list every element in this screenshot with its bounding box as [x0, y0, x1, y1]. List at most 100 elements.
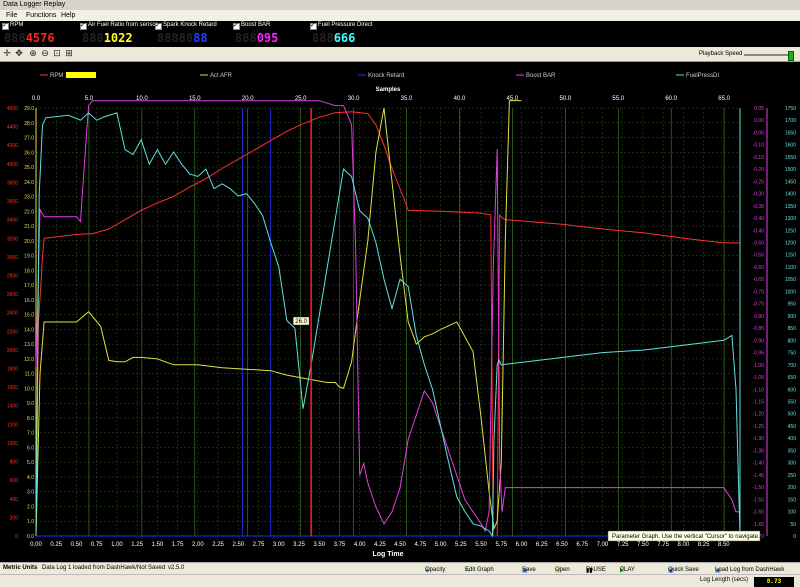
boost-axis-tick: -0.70 — [753, 289, 765, 295]
channel-checkbox-rpm[interactable] — [2, 21, 9, 30]
rpm-axis-tick: 1000 — [7, 441, 18, 447]
afr-axis-tick: 28.0 — [24, 121, 34, 127]
afr-axis-tick: 14.0 — [24, 327, 34, 333]
fuel-pressure-axis-tick: 900 — [788, 314, 797, 320]
x-axis-tick: 4.75 — [415, 542, 427, 548]
x-axis-tick: 1.00 — [111, 542, 123, 548]
x-axis-tick: 2.25 — [212, 542, 224, 548]
pan-icon[interactable]: ✥ — [14, 48, 24, 58]
fuel-pressure-axis-tick: 1650 — [785, 130, 796, 136]
fuel-pressure-axis-tick: 350 — [788, 448, 797, 454]
zoom-fit-icon[interactable]: ⊞ — [64, 48, 74, 58]
boost-axis-tick: 0.05 — [754, 106, 764, 112]
x-axis-tick: 2.00 — [192, 542, 204, 548]
x-axis-label: Log Time — [373, 551, 404, 558]
zoom-out-icon[interactable]: ⊖ — [40, 48, 50, 58]
fuel-pressure-axis-tick: 800 — [788, 338, 797, 344]
fuel-pressure-axis-tick: 1450 — [785, 179, 796, 185]
channel-checkbox-knock[interactable] — [155, 21, 162, 30]
x-axis-tick: 7.50 — [637, 542, 649, 548]
afr-axis-tick: 7.0 — [27, 431, 34, 437]
boost-axis-tick: -1.65 — [753, 522, 765, 528]
log-status: Data Log 1 loaded from DashHawk/Not Save… — [42, 565, 166, 571]
boost-axis-tick: -0.60 — [753, 265, 765, 271]
window-title: Data Logger Replay — [3, 1, 66, 8]
x-axis-tick: 3.50 — [313, 542, 325, 548]
channel-label-knock: Spark Knock Retard — [163, 22, 217, 28]
afr-axis-tick: 26.0 — [24, 150, 34, 156]
afr-axis-tick: 17.0 — [24, 283, 34, 289]
rpm-axis-tick: 1600 — [7, 385, 18, 391]
rpm-axis-tick: 4200 — [7, 143, 18, 149]
x-axis-tick: 2.75 — [253, 542, 265, 548]
boost-axis-tick: -0.20 — [753, 167, 765, 173]
boost-axis-tick: -1.15 — [753, 399, 765, 405]
menu-bar: File Functions Help — [0, 10, 800, 21]
rpm-axis-tick: 400 — [10, 497, 19, 503]
zoom-in-icon[interactable]: ⊕ — [28, 48, 38, 58]
rpm-axis-tick: 1200 — [7, 422, 18, 428]
afr-axis-tick: 2.0 — [27, 504, 34, 510]
fuel-pressure-axis-tick: 450 — [788, 424, 797, 430]
units-label: Metric Units — [3, 565, 38, 571]
x-axis-tick: 5.50 — [475, 542, 487, 548]
afr-axis-tick: 16.0 — [24, 298, 34, 304]
top-axis-tick: 50.0 — [559, 96, 571, 102]
top-axis-tick: 35.0 — [401, 96, 413, 102]
fuel-pressure-axis-tick: 550 — [788, 399, 797, 405]
rpm-axis-tick: 600 — [10, 478, 19, 484]
boost-axis-tick: -0.65 — [753, 277, 765, 283]
channel-checkbox-fuel-pressure[interactable] — [310, 21, 317, 30]
boost-axis-tick: -1.50 — [753, 485, 765, 491]
x-axis-tick: 1.75 — [172, 542, 184, 548]
rpm-axis-tick: 200 — [10, 515, 19, 521]
playback-speed-slider[interactable] — [744, 51, 794, 61]
channel-checkbox-boost[interactable] — [233, 21, 240, 30]
x-axis-tick: 5.00 — [435, 542, 447, 548]
boost-axis-tick: 0.00 — [754, 118, 764, 124]
x-axis-tick: 1.50 — [152, 542, 164, 548]
boost-axis-tick: -0.35 — [753, 204, 765, 210]
channel-value-rpm: 8884576 — [4, 31, 55, 45]
fuel-pressure-axis-tick: 100 — [788, 510, 797, 516]
boost-axis-tick: -1.55 — [753, 497, 765, 503]
rpm-axis-tick: 3200 — [7, 236, 18, 242]
afr-axis-tick: 13.0 — [24, 342, 34, 348]
x-axis-tick: 3.75 — [334, 542, 346, 548]
x-axis-tick: 6.25 — [536, 542, 548, 548]
rpm-axis-tick: 800 — [10, 460, 19, 466]
boost-axis-tick: -0.55 — [753, 253, 765, 259]
x-axis-tick: 5.25 — [455, 542, 467, 548]
boost-axis-tick: -1.30 — [753, 436, 765, 442]
afr-axis-tick: 3.0 — [27, 490, 34, 496]
top-axis-tick: 0.0 — [32, 96, 41, 102]
fuel-pressure-axis-tick: 1000 — [785, 289, 796, 295]
x-axis-tick: 0.50 — [71, 542, 83, 548]
parameter-graph[interactable]: RPM Act AFR Knock Retard Boost BAR FuelPress… — [0, 62, 800, 562]
boost-axis-tick: -1.40 — [753, 461, 765, 467]
rpm-axis-tick: 3000 — [7, 255, 18, 261]
version-label: v2.5.0 — [168, 565, 185, 571]
afr-axis-tick: 6.0 — [27, 445, 34, 451]
menu-help[interactable]: Help — [61, 12, 75, 19]
fuel-pressure-axis-tick: 500 — [788, 412, 797, 418]
legend-label: Knock Retard — [368, 73, 404, 79]
afr-axis-tick: 1.0 — [27, 519, 34, 525]
crosshair-icon[interactable]: ✛ — [2, 48, 12, 58]
afr-axis-tick: 25.0 — [24, 165, 34, 171]
afr-axis-tick: 29.0 — [24, 106, 34, 112]
x-axis-tick: 2.50 — [232, 542, 244, 548]
channel-checkbox-afr[interactable] — [80, 21, 87, 30]
slider-knob[interactable] — [787, 51, 794, 61]
zoom-box-icon[interactable]: ⊡ — [52, 48, 62, 58]
afr-axis-tick: 10.0 — [24, 386, 34, 392]
afr-axis-tick: 9.0 — [27, 401, 34, 407]
fuel-pressure-axis-tick: 1400 — [785, 192, 796, 198]
fuel-pressure-axis-tick: 1100 — [785, 265, 796, 271]
fuel-pressure-axis-tick: 250 — [788, 473, 797, 479]
rpm-axis-tick: 4400 — [7, 125, 18, 131]
boost-axis-tick: -0.40 — [753, 216, 765, 222]
rpm-axis-tick: 3600 — [7, 199, 18, 205]
menu-file[interactable]: File — [6, 12, 17, 19]
menu-functions[interactable]: Functions — [26, 12, 56, 19]
